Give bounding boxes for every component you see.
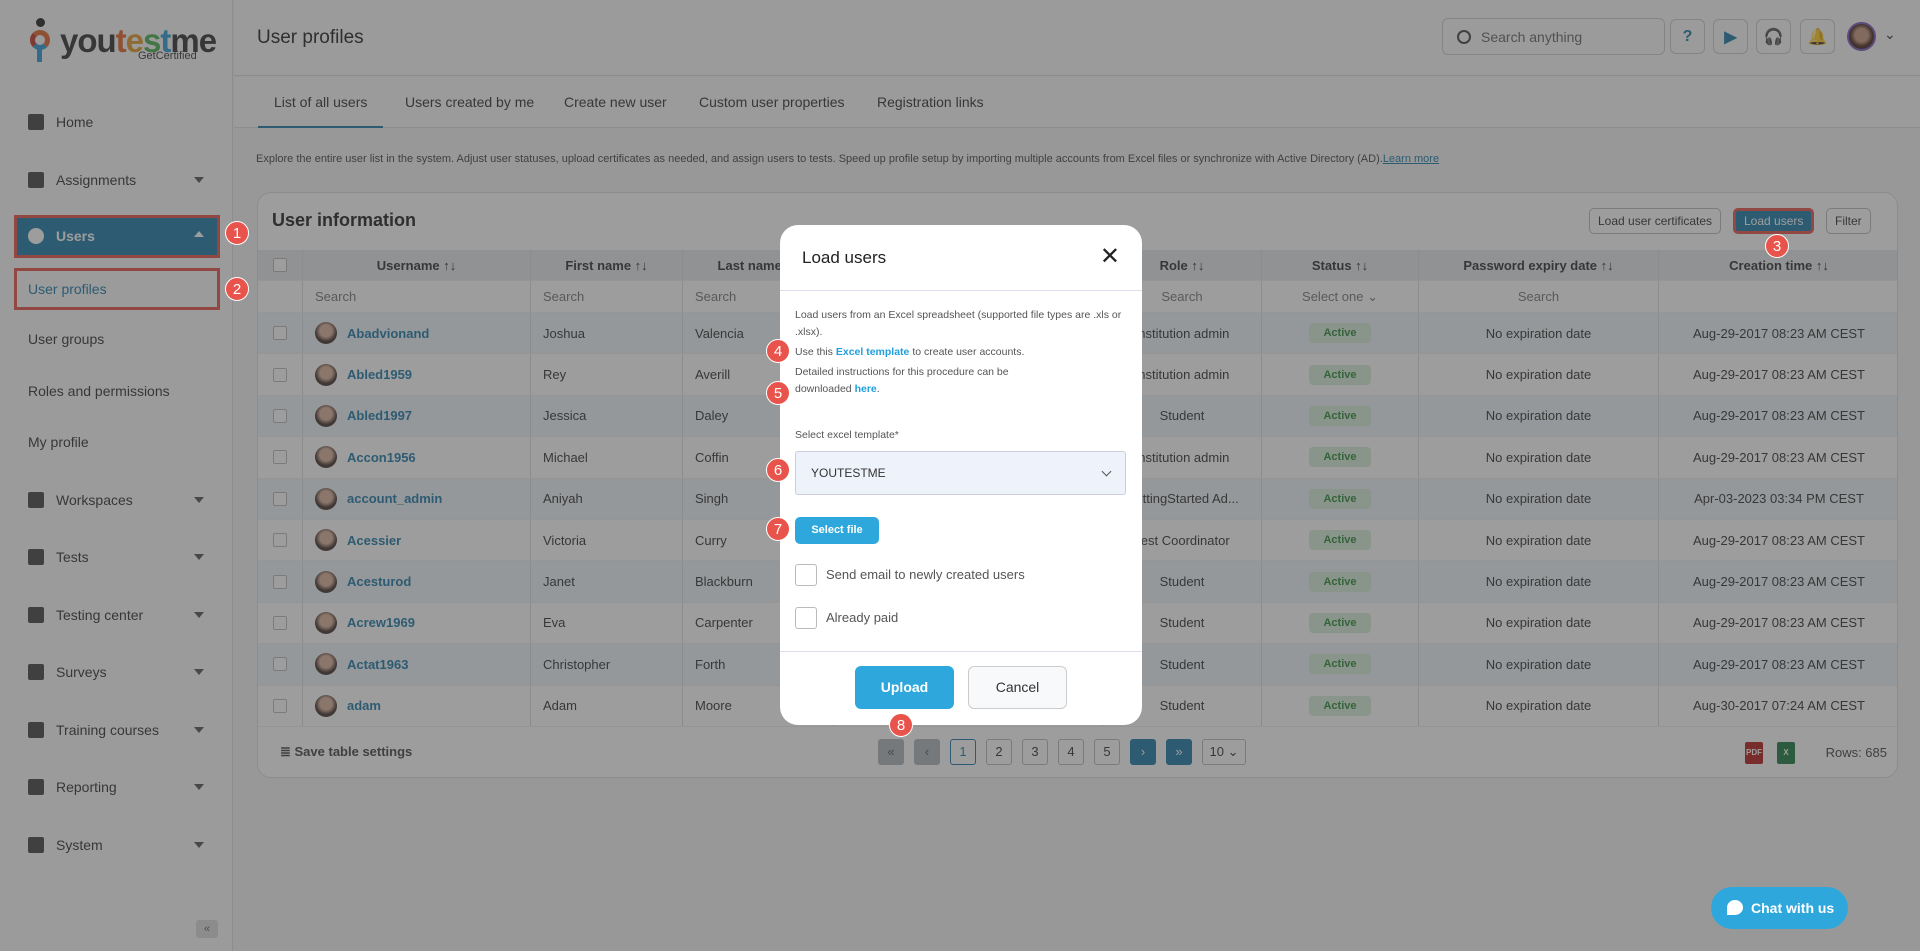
- select-value: YOUTESTME: [811, 466, 886, 480]
- template-text-end: to create user accounts.: [909, 346, 1025, 358]
- step-marker-4: 4: [766, 339, 790, 363]
- chat-label: Chat with us: [1751, 900, 1835, 916]
- dialog-title: Load users: [802, 248, 887, 267]
- divider: [780, 651, 1142, 652]
- instructions-line: Load users from an Excel spreadsheet (su…: [795, 309, 1122, 338]
- already-paid-checkbox[interactable]: [795, 607, 817, 629]
- select-template-label: Select excel template*: [795, 429, 899, 441]
- step-marker-1: 1: [225, 221, 249, 245]
- already-paid-label: Already paid: [826, 610, 899, 625]
- step-marker-3: 3: [1765, 234, 1789, 258]
- step-marker-2: 2: [225, 277, 249, 301]
- cancel-button[interactable]: Cancel: [968, 666, 1067, 709]
- send-email-checkbox[interactable]: [795, 564, 817, 586]
- excel-template-link[interactable]: Excel template: [836, 346, 910, 358]
- excel-template-select[interactable]: YOUTESTME: [795, 451, 1126, 495]
- template-text: Use this: [795, 346, 836, 358]
- divider: [780, 290, 1142, 291]
- step-marker-5: 5: [766, 381, 790, 405]
- load-users-dialog: Load users ✕ Load users from an Excel sp…: [780, 225, 1142, 725]
- chevron-down-icon: [1101, 466, 1112, 477]
- select-file-button[interactable]: Select file: [795, 517, 879, 544]
- send-email-label: Send email to newly created users: [826, 567, 1025, 582]
- dialog-instructions: Load users from an Excel spreadsheet (su…: [795, 307, 1125, 398]
- download-text: Detailed instructions for this procedure…: [795, 366, 1009, 395]
- upload-button[interactable]: Upload: [855, 666, 954, 709]
- step-marker-8: 8: [889, 713, 913, 737]
- template-line: Use this Excel template to create user a…: [795, 344, 1125, 361]
- download-line: Detailed instructions for this procedure…: [795, 366, 1009, 395]
- step-marker-7: 7: [766, 517, 790, 541]
- close-icon[interactable]: ✕: [1100, 245, 1120, 269]
- chat-with-us-button[interactable]: Chat with us: [1711, 887, 1848, 929]
- here-link[interactable]: here: [855, 383, 877, 395]
- step-marker-6: 6: [766, 458, 790, 482]
